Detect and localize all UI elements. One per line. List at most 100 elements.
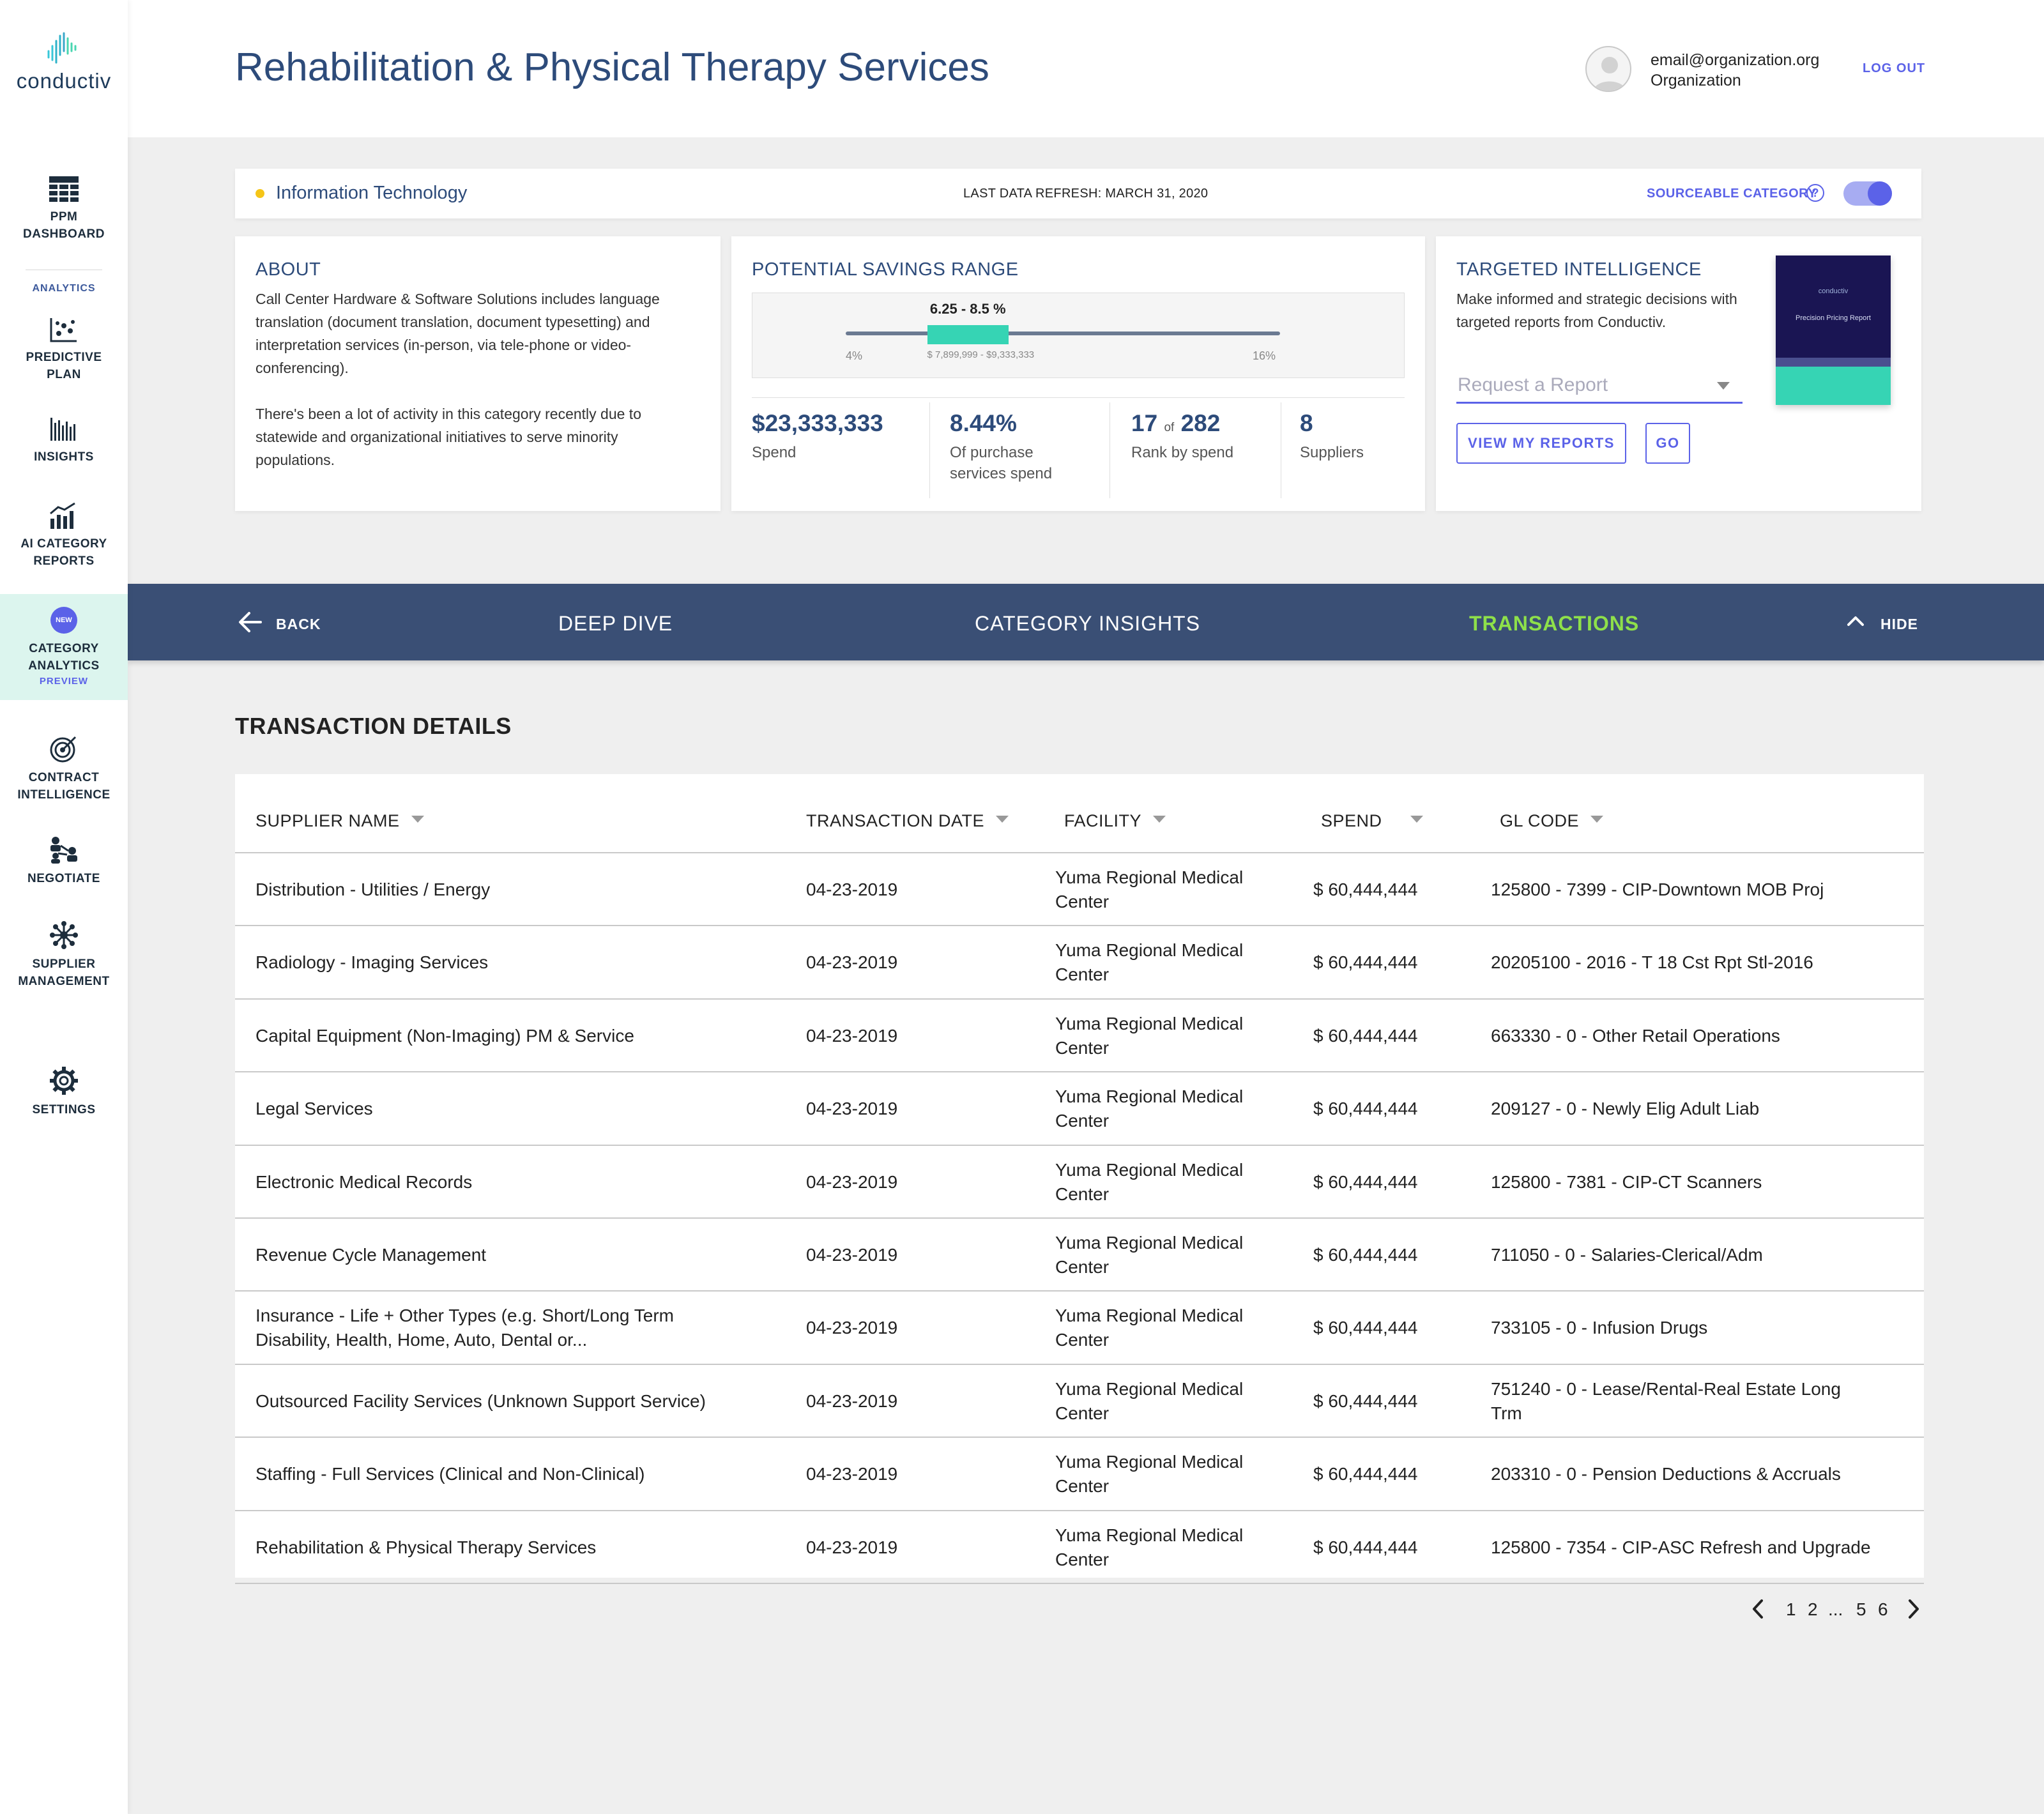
sidebar-item-category-analytics[interactable]: NEW CATEGORY ANALYTICS PREVIEW bbox=[0, 594, 128, 700]
sort-caret-icon bbox=[996, 816, 1009, 823]
transactions-table: SUPPLIER NAME TRANSACTION DATE FACILITY … bbox=[235, 774, 1924, 1584]
logo-wordmark: conductiv bbox=[16, 69, 112, 93]
snowflake-network-icon bbox=[50, 921, 78, 949]
page-link-6[interactable]: 6 bbox=[1878, 1599, 1888, 1620]
spend-cell: $ 60,444,444 bbox=[1313, 880, 1418, 899]
column-header-transaction-date[interactable]: TRANSACTION DATE bbox=[806, 811, 1009, 831]
column-header-gl-code[interactable]: GL CODE bbox=[1500, 811, 1604, 831]
logout-link[interactable]: LOG OUT bbox=[1863, 61, 1925, 76]
transaction-date-cell: 04-23-2019 bbox=[806, 1537, 898, 1557]
sourceable-category-label: SOURCEABLE CATEGORY bbox=[1647, 187, 1817, 201]
sidebar-item-label: SUPPLIER MANAGEMENT bbox=[18, 957, 110, 988]
supplier-name-cell: Distribution - Utilities / Energy bbox=[256, 880, 491, 899]
stat-value: $23,333,333 bbox=[752, 410, 883, 436]
supplier-name-cell: Outsourced Facility Services (Unknown Su… bbox=[256, 1391, 706, 1411]
help-icon[interactable]: ? bbox=[1806, 184, 1824, 202]
table-row[interactable]: Revenue Cycle Management 04-23-2019 Yuma R… bbox=[235, 1219, 1924, 1292]
spend-cell: $ 60,444,444 bbox=[1313, 1464, 1418, 1484]
page-link-2[interactable]: 2 bbox=[1808, 1599, 1818, 1620]
supplier-name-cell: Insurance - Life + Other Types (e.g. Sho… bbox=[256, 1306, 674, 1350]
gl-code-cell: 663330 - 0 - Other Retail Operations bbox=[1491, 1025, 1780, 1046]
chevron-left-icon[interactable] bbox=[1750, 1598, 1766, 1620]
table-row[interactable]: Distribution - Utilities / Energy 04-23-2… bbox=[235, 853, 1924, 927]
sidebar-item-negotiate[interactable]: NEGOTIATE bbox=[0, 835, 128, 887]
avatar[interactable] bbox=[1585, 46, 1631, 92]
table-row[interactable]: Insurance - Life + Other Types (e.g. Sho… bbox=[235, 1292, 1924, 1365]
facility-cell: Yuma Regional Medical Center bbox=[1055, 940, 1244, 985]
facility-cell: Yuma Regional Medical Center bbox=[1055, 1452, 1244, 1497]
intel-title: TARGETED INTELLIGENCE bbox=[1456, 259, 1702, 280]
sidebar-item-insights[interactable]: INSIGHTS bbox=[0, 416, 128, 466]
logo[interactable]: conductiv bbox=[0, 32, 128, 93]
column-header-label: GL CODE bbox=[1500, 811, 1580, 830]
analytics-section-label: ANALYTICS bbox=[32, 283, 96, 294]
about-title: ABOUT bbox=[256, 259, 321, 280]
stat-divider bbox=[929, 402, 930, 498]
page-header: Rehabilitation & Physical Therapy Servic… bbox=[128, 0, 2044, 137]
thumbnail-band bbox=[1776, 367, 1891, 405]
user-email: email@organization.org bbox=[1651, 51, 1820, 69]
potential-savings-card: POTENTIAL SAVINGS RANGE 6.25 - 8.5 % 4% … bbox=[731, 236, 1425, 511]
table-row[interactable]: Legal Services 04-23-2019 Yuma Regional Me… bbox=[235, 1072, 1924, 1146]
table-row[interactable]: Capital Equipment (Non-Imaging) PM & Ser… bbox=[235, 1000, 1924, 1073]
transaction-details-title: TRANSACTION DETAILS bbox=[235, 713, 512, 739]
category-name: Information Technology bbox=[276, 183, 468, 203]
report-thumbnail[interactable]: conductiv Precision Pricing Report bbox=[1776, 255, 1891, 405]
facility-cell: Yuma Regional Medical Center bbox=[1055, 1306, 1244, 1350]
view-my-reports-button[interactable]: VIEW MY REPORTS bbox=[1456, 423, 1626, 464]
table-row[interactable]: Electronic Medical Records 04-23-2019 Yuma… bbox=[235, 1146, 1924, 1219]
spend-cell: $ 60,444,444 bbox=[1313, 1318, 1418, 1338]
column-header-facility[interactable]: FACILITY bbox=[1064, 811, 1166, 831]
stat-label: Suppliers bbox=[1300, 444, 1364, 461]
go-button[interactable]: GO bbox=[1645, 423, 1690, 464]
column-header-supplier-name[interactable]: SUPPLIER NAME bbox=[256, 811, 424, 831]
sourceable-category-toggle[interactable] bbox=[1843, 181, 1892, 206]
spend-cell: $ 60,444,444 bbox=[1313, 1171, 1418, 1192]
table-row[interactable]: Staffing - Full Services (Clinical and N… bbox=[235, 1438, 1924, 1511]
thumbnail-title: Precision Pricing Report bbox=[1796, 314, 1871, 322]
gl-code-cell: 711050 - 0 - Salaries-Clerical/Adm bbox=[1491, 1245, 1763, 1265]
tab-category-insights[interactable]: CATEGORY INSIGHTS bbox=[975, 612, 1200, 636]
column-header-spend[interactable]: SPEND bbox=[1321, 811, 1423, 831]
gl-code-cell: 203310 - 0 - Pension Deductions & Accrua… bbox=[1491, 1464, 1841, 1484]
gl-code-cell: 125800 - 7381 - CIP-CT Scanners bbox=[1491, 1171, 1762, 1192]
spend-cell: $ 60,444,444 bbox=[1313, 1099, 1418, 1119]
facility-cell: Yuma Regional Medical Center bbox=[1055, 1233, 1244, 1277]
gl-code-cell: 751240 - 0 - Lease/Rental-Real Estate Lo… bbox=[1491, 1378, 1841, 1423]
gl-code-cell: 209127 - 0 - Newly Elig Adult Liab bbox=[1491, 1099, 1760, 1119]
sidebar-item-predictive-plan[interactable]: PREDICTIVE PLAN bbox=[0, 317, 128, 383]
sidebar-item-ai-category-reports[interactable]: AI CATEGORY REPORTS bbox=[0, 502, 128, 570]
back-label: BACK bbox=[276, 616, 321, 632]
scatter-plot-icon bbox=[50, 318, 77, 342]
sidebar-item-supplier-management[interactable]: SUPPLIER MANAGEMENT bbox=[0, 921, 128, 990]
sidebar-item-settings[interactable]: SETTINGS bbox=[0, 1067, 128, 1118]
facility-cell: Yuma Regional Medical Center bbox=[1055, 1378, 1244, 1423]
transaction-date-cell: 04-23-2019 bbox=[806, 1171, 898, 1192]
sidebar-item-contract-intelligence[interactable]: CONTRACT INTELLIGENCE bbox=[0, 735, 128, 804]
transaction-date-cell: 04-23-2019 bbox=[806, 952, 898, 973]
chevron-up-icon bbox=[1847, 616, 1864, 626]
chevron-right-icon[interactable] bbox=[1906, 1598, 1921, 1620]
stat-purchase-share: 8.44% Of purchase services spend bbox=[950, 410, 1090, 506]
table-row[interactable]: Outsourced Facility Services (Unknown Su… bbox=[235, 1365, 1924, 1438]
savings-range-label: 6.25 - 8.5 % bbox=[929, 301, 1006, 317]
column-header-label: FACILITY bbox=[1064, 811, 1142, 830]
tab-deep-dive[interactable]: DEEP DIVE bbox=[558, 612, 673, 636]
hide-label: HIDE bbox=[1880, 616, 1918, 632]
facility-cell: Yuma Regional Medical Center bbox=[1055, 1159, 1244, 1204]
savings-range-dollars: $ 7,899,999 - $9,333,333 bbox=[927, 349, 1035, 360]
bar-code-chart-icon bbox=[50, 418, 75, 441]
sidebar-item-label: PREDICTIVE PLAN bbox=[26, 351, 102, 381]
table-row[interactable]: Radiology - Imaging Services 04-23-2019 Yu… bbox=[235, 926, 1924, 1000]
sort-caret-icon bbox=[1153, 816, 1166, 823]
sidebar: conductiv PPM DASHBOARD ANALYTICS PREDIC… bbox=[0, 0, 128, 1814]
request-report-select[interactable]: Request a Report bbox=[1456, 368, 1743, 404]
page-title: Rehabilitation & Physical Therapy Servic… bbox=[235, 45, 989, 89]
table-row[interactable]: Rehabilitation & Physical Therapy Servic… bbox=[235, 1511, 1924, 1584]
page-link-1[interactable]: 1 bbox=[1786, 1599, 1796, 1620]
thumbnail-band bbox=[1776, 358, 1891, 367]
sidebar-item-ppm-dashboard[interactable]: PPM DASHBOARD bbox=[0, 176, 128, 243]
tab-transactions[interactable]: TRANSACTIONS bbox=[1469, 612, 1639, 636]
page-link-5[interactable]: 5 bbox=[1856, 1599, 1866, 1620]
sort-caret-icon bbox=[411, 816, 424, 823]
